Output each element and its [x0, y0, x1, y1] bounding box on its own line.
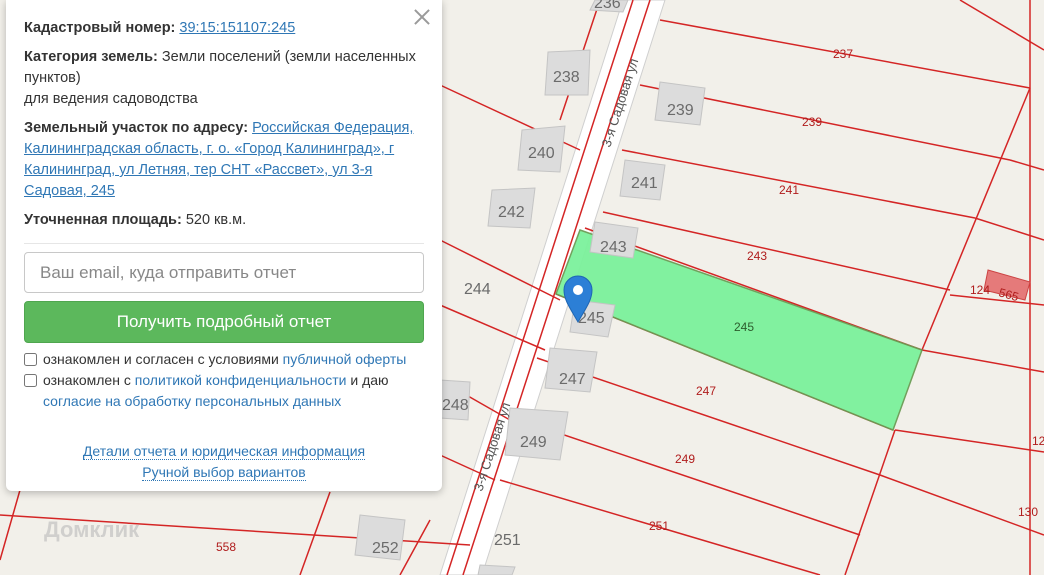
- cadastral-row: Кадастровый номер: 39:15:151107:245: [24, 18, 424, 39]
- public-offer-link[interactable]: публичной оферты: [283, 351, 407, 367]
- personal-data-consent-link[interactable]: согласие на обработку персональных данны…: [43, 393, 341, 409]
- parcel-number: 130: [1018, 505, 1038, 519]
- usage-value: для ведения садоводства: [24, 91, 198, 107]
- parcel-number: 12: [1032, 434, 1044, 448]
- parcel-info-card: Кадастровый номер: 39:15:151107:245 Кате…: [6, 0, 442, 491]
- parcel-number: 239: [802, 115, 822, 129]
- house-number: 249: [520, 434, 547, 451]
- privacy-checkbox[interactable]: [24, 374, 37, 387]
- house-number: 238: [553, 69, 580, 86]
- parcel-number: 249: [675, 452, 695, 466]
- address-row: Земельный участок по адресу: Российская …: [24, 118, 424, 202]
- consent-offer-checkbox[interactable]: ознакомлен и согласен с условиями публич…: [24, 349, 424, 370]
- watermark-logo: Домклик: [44, 517, 140, 542]
- parcel-number: 247: [696, 384, 716, 398]
- consent-privacy-checkbox[interactable]: ознакомлен с политикой конфиденциальност…: [24, 370, 424, 412]
- parcel-number: 124: [970, 283, 990, 297]
- consent-privacy-text-a: ознакомлен с: [43, 372, 135, 388]
- area-value: 520 кв.м.: [185, 212, 247, 228]
- privacy-policy-link[interactable]: политикой конфиденциальности: [135, 372, 347, 388]
- house-number: 244: [464, 281, 491, 298]
- area-label: Уточненная площадь:: [24, 212, 182, 228]
- parcel-number: 251: [649, 519, 669, 533]
- parcel-number: 237: [833, 47, 853, 61]
- email-input[interactable]: [24, 252, 424, 293]
- cadastral-label: Кадастровый номер:: [24, 20, 176, 36]
- footer-links: Детали отчета и юридическая информация Р…: [6, 441, 442, 483]
- parcel-number: 241: [779, 183, 799, 197]
- close-icon[interactable]: [411, 6, 433, 28]
- category-label: Категория земель:: [24, 49, 158, 65]
- house-number: 241: [631, 175, 658, 192]
- parcel-number: 558: [216, 540, 236, 554]
- area-row: Уточненная площадь: 520 кв.м.: [24, 210, 424, 231]
- address-label: Земельный участок по адресу:: [24, 120, 249, 136]
- house-number: 251: [494, 532, 521, 549]
- house-number: 252: [372, 540, 399, 557]
- offer-checkbox[interactable]: [24, 353, 37, 366]
- house-number: 239: [667, 102, 694, 119]
- parcel-number: 243: [747, 249, 767, 263]
- divider: [24, 243, 424, 244]
- cadastral-number-link[interactable]: 39:15:151107:245: [179, 20, 295, 36]
- parcel-number-selected: 245: [734, 320, 754, 334]
- category-row: Категория земель: Земли поселений (земли…: [24, 47, 424, 110]
- get-report-button[interactable]: Получить подробный отчет: [24, 301, 424, 343]
- consent-offer-text: ознакомлен и согласен с условиями: [43, 351, 283, 367]
- house-number: 243: [600, 239, 627, 256]
- house-number: 240: [528, 145, 555, 162]
- report-details-link[interactable]: Детали отчета и юридическая информация: [82, 443, 366, 460]
- house-number: 236: [594, 0, 621, 12]
- house-number: 247: [559, 371, 586, 388]
- house-number: 242: [498, 204, 525, 221]
- consent-privacy-text-b: и даю: [346, 372, 389, 388]
- manual-selection-link[interactable]: Ручной выбор вариантов: [142, 464, 306, 481]
- house-number: 248: [442, 397, 469, 414]
